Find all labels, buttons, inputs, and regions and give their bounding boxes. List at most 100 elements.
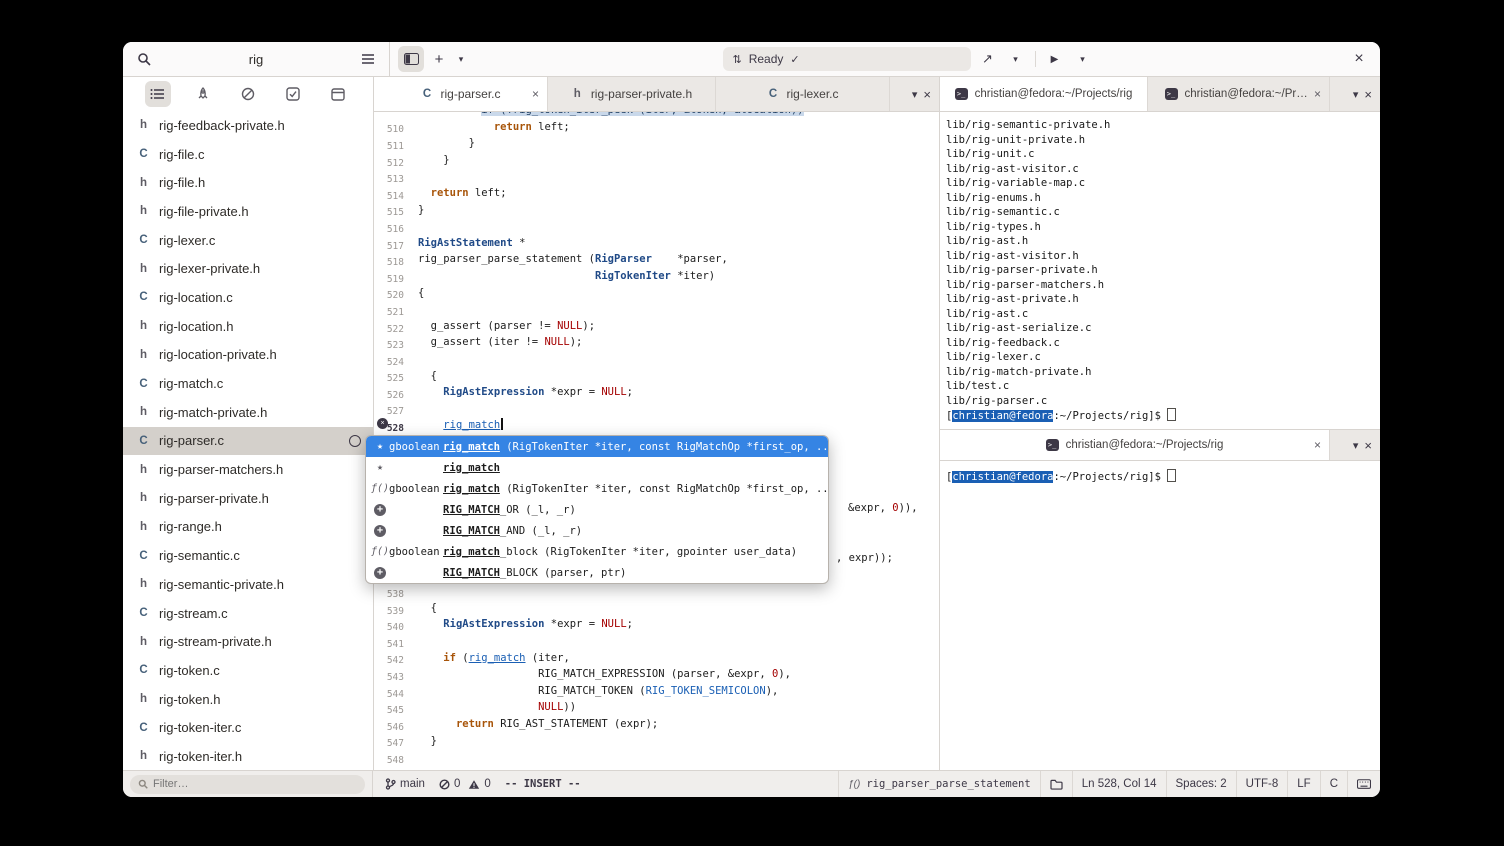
file-row[interactable]: h rig-semantic-private.h — [123, 570, 373, 599]
terminal-tab-2[interactable]: >_ christian@fedora:~/Projects × — [1148, 77, 1330, 111]
tab-rig-parser-c[interactable]: C rig-parser.c × — [374, 77, 548, 111]
code-line[interactable]: 521 — [374, 301, 939, 318]
omnibar-button[interactable]: ⇅ Ready ✓ — [722, 47, 971, 71]
line-ending-button[interactable]: LF — [1287, 771, 1319, 797]
language-button[interactable]: C — [1319, 771, 1347, 797]
close-icon[interactable]: × — [1314, 87, 1321, 101]
tab-list-dropdown[interactable]: ▾ — [912, 88, 918, 101]
close-pane-button[interactable]: × — [1364, 438, 1372, 453]
indentation-button[interactable]: Spaces: 2 — [1165, 771, 1236, 797]
todo-button[interactable] — [280, 81, 306, 107]
code-line[interactable]: 515} — [374, 202, 939, 219]
code-line[interactable]: 525 { — [374, 368, 939, 385]
file-row[interactable]: h rig-feedback-private.h — [123, 111, 373, 140]
close-pane-button[interactable]: × — [923, 87, 931, 102]
export-button[interactable]: ↗ — [975, 46, 1001, 72]
code-line[interactable]: 519 RigTokenIter *iter) — [374, 268, 939, 285]
tab-rig-parser-private-h[interactable]: h rig-parser-private.h — [548, 77, 716, 111]
file-row[interactable]: h rig-range.h — [123, 513, 373, 542]
code-line[interactable]: if (!rig_token_iter_peek (iter, &token, … — [374, 112, 939, 119]
file-row[interactable]: h rig-file.h — [123, 168, 373, 197]
close-icon[interactable]: × — [1314, 438, 1321, 452]
completion-item[interactable]: + RIG_MATCH_AND (_l, _r) — [366, 520, 828, 541]
code-line[interactable]: 513 — [374, 168, 939, 185]
completion-item[interactable]: ★ gboolean rig_match (RigTokenIter *iter, … — [366, 436, 828, 457]
code-line[interactable]: 527 — [374, 401, 939, 417]
completion-item[interactable]: + RIG_MATCH_BLOCK (parser, ptr) — [366, 562, 828, 583]
current-symbol-button[interactable]: ƒ() rig_parser_parse_statement — [838, 771, 1040, 797]
file-row[interactable]: Crig-token.c — [123, 656, 373, 685]
file-row[interactable]: h rig-match-private.h — [123, 398, 373, 427]
code-line[interactable]: 522 g_assert (parser != NULL); — [374, 318, 939, 335]
code-line[interactable]: 526 RigAstExpression *expr = NULL; — [374, 384, 939, 401]
code-line[interactable]: 516 — [374, 218, 939, 235]
window-close-button[interactable]: × — [1346, 46, 1372, 72]
file-row[interactable]: Crig-location.c — [123, 283, 373, 312]
code-line[interactable]: 518 rig_parser_parse_statement (RigParser… — [374, 251, 939, 268]
keyboard-button[interactable] — [1347, 771, 1380, 797]
completion-item[interactable]: ƒ() gboolean rig_match_block (RigTokenIter… — [366, 541, 828, 562]
completion-item[interactable]: + RIG_MATCH_OR (_l, _r) — [366, 499, 828, 520]
terminal-top-output[interactable]: lib/rig-semantic-private.h lib/rig-unit-p… — [940, 112, 1380, 429]
file-row[interactable]: h rig-file-private.h — [123, 197, 373, 226]
search-button[interactable] — [131, 46, 157, 72]
run-button[interactable]: ▶ — [1042, 46, 1068, 72]
terminal-bottom-tab[interactable]: >_ christian@fedora:~/Projects/rig × — [940, 430, 1330, 460]
toggle-panel-button[interactable] — [398, 46, 424, 72]
code-line[interactable]: 511 } — [374, 135, 939, 152]
file-row[interactable]: h rig-parser-matchers.h — [123, 455, 373, 484]
branch-button[interactable]: main — [385, 778, 425, 790]
file-row[interactable]: Crig-stream.c — [123, 599, 373, 628]
code-line[interactable]: 538 — [374, 583, 939, 600]
project-folder-button[interactable] — [1039, 771, 1072, 797]
code-line[interactable]: × 528 rig_match — [374, 417, 939, 434]
code-line[interactable]: 541 — [374, 633, 939, 650]
file-row[interactable]: Crig-match.c — [123, 369, 373, 398]
diagnostics-button[interactable] — [235, 81, 261, 107]
file-row[interactable]: Crig-semantic.c — [123, 541, 373, 570]
close-icon[interactable]: × — [532, 87, 539, 101]
code-line[interactable]: 548 — [374, 749, 939, 766]
code-line[interactable]: 523 g_assert (iter != NULL); — [374, 334, 939, 351]
file-row[interactable]: h rig-location.h — [123, 312, 373, 341]
code-line[interactable]: 510 return left; — [374, 119, 939, 136]
export-dropdown[interactable]: ▾ — [1003, 46, 1029, 72]
code-line[interactable]: 542 if (rig_match (iter, — [374, 650, 939, 667]
file-row[interactable]: h rig-parser-private.h — [123, 484, 373, 513]
file-row[interactable]: h rig-stream-private.h — [123, 627, 373, 656]
code-line[interactable]: 546 return RIG_AST_STATEMENT (expr); — [374, 716, 939, 733]
tab-list-dropdown[interactable]: ▾ — [1353, 439, 1359, 452]
file-row[interactable]: h rig-lexer-private.h — [123, 254, 373, 283]
close-pane-button[interactable]: × — [1364, 87, 1372, 102]
terminal-tab-1[interactable]: >_ christian@fedora:~/Projects/rig — [940, 77, 1148, 111]
code-line[interactable]: 517 RigAstStatement * — [374, 235, 939, 252]
filter-input[interactable] — [153, 778, 357, 790]
file-row[interactable]: h rig-location-private.h — [123, 341, 373, 370]
code-line[interactable]: 520{ — [374, 285, 939, 302]
diagnostics-summary[interactable]: 0 0 — [439, 778, 491, 790]
file-row[interactable]: h rig-token.h — [123, 685, 373, 714]
file-row[interactable]: h rig-token-iter.h — [123, 742, 373, 770]
new-tab-dropdown[interactable]: ▾ — [450, 46, 472, 72]
code-line[interactable]: 514 return left; — [374, 185, 939, 202]
file-row[interactable]: Crig-token-iter.c — [123, 713, 373, 742]
code-line[interactable]: 544 RIG_MATCH_TOKEN (RIG_TOKEN_SEMICOLON… — [374, 683, 939, 700]
new-tab-button[interactable]: + — [428, 46, 450, 72]
file-row[interactable]: Crig-parser.c — [123, 426, 373, 456]
cursor-position-button[interactable]: Ln 528, Col 14 — [1071, 771, 1166, 797]
outline-view-button[interactable] — [144, 81, 171, 107]
tab-list-dropdown[interactable]: ▾ — [1353, 88, 1359, 101]
file-row[interactable]: Crig-lexer.c — [123, 226, 373, 255]
notes-button[interactable] — [325, 81, 351, 107]
code-line[interactable]: 512 } — [374, 152, 939, 169]
search-input[interactable]: rig — [157, 52, 355, 67]
menu-button[interactable] — [355, 46, 381, 72]
encoding-button[interactable]: UTF-8 — [1235, 771, 1288, 797]
code-line[interactable]: 539 { — [374, 600, 939, 617]
file-row[interactable]: Crig-file.c — [123, 140, 373, 169]
code-line[interactable]: 545 NULL)) — [374, 699, 939, 716]
completion-item[interactable]: ƒ() gboolean rig_match (RigTokenIter *iter… — [366, 478, 828, 499]
run-dropdown[interactable]: ▾ — [1070, 46, 1096, 72]
terminal-bottom-output[interactable]: [christian@fedora:~/Projects/rig]$ — [940, 461, 1380, 770]
build-targets-button[interactable] — [190, 81, 216, 107]
